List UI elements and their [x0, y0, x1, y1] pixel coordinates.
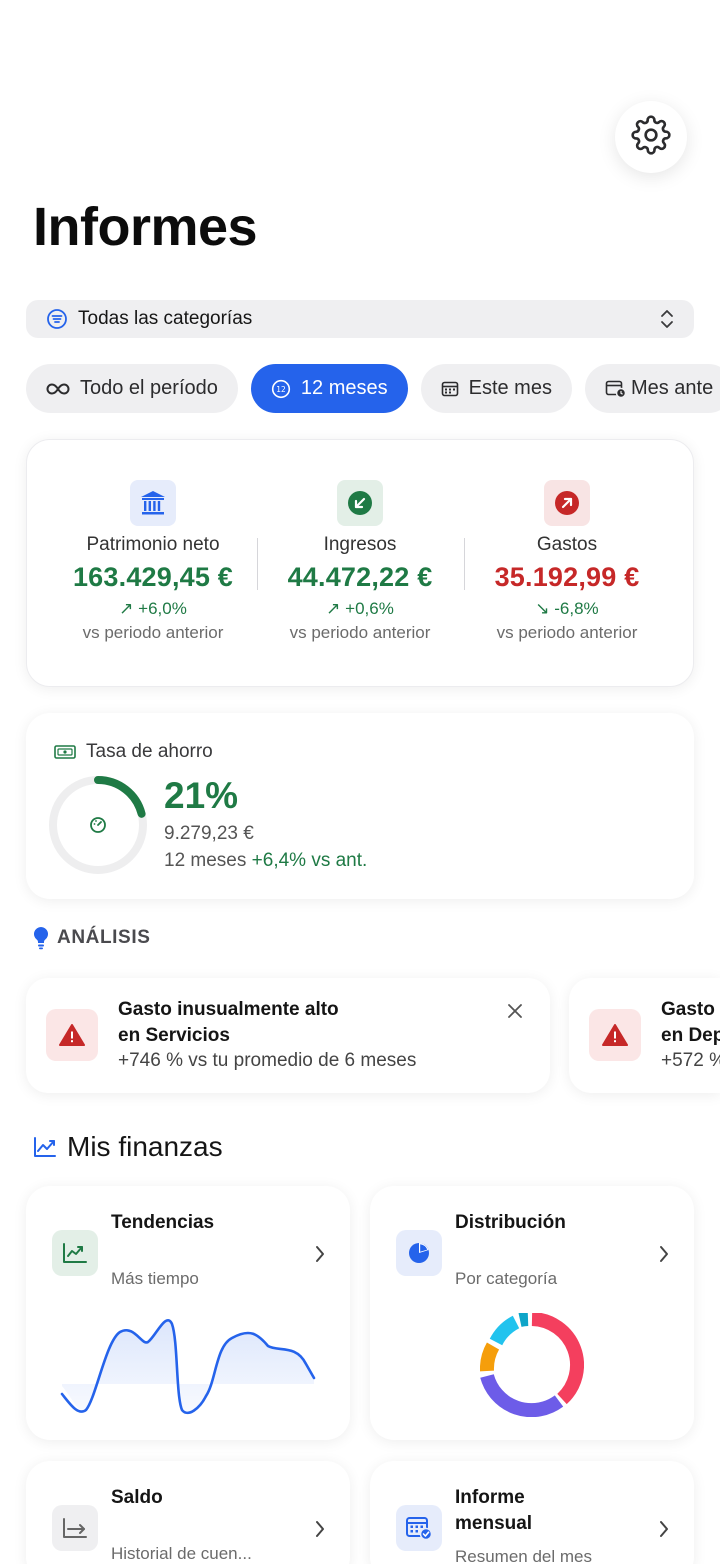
metric-change: ↗ +0,6% — [326, 599, 394, 618]
trends-tile[interactable]: Tendencias Más tiempo — [26, 1186, 350, 1440]
summary-card: Patrimonio neto 163.429,45 € ↗ +6,0% vs … — [26, 439, 694, 687]
metric-value: 35.192,99 € — [494, 562, 640, 592]
tile-subtitle: Historial de cuen... — [111, 1544, 252, 1563]
insight-title-line: en Dep — [661, 1025, 720, 1046]
bank-icon — [130, 480, 176, 526]
period-chip-label: Este mes — [468, 377, 552, 399]
period-chip-label: 12 meses — [300, 377, 388, 399]
period-chip-12-months[interactable]: 12 12 meses — [250, 364, 408, 413]
warning-icon — [589, 1009, 641, 1061]
savings-period-label: 12 meses — [164, 850, 247, 871]
pie-chart-icon — [396, 1230, 442, 1276]
banknote-icon — [54, 744, 76, 760]
metric-change: ↗ +6,0% — [119, 599, 187, 618]
insight-title-line: en Servicios — [118, 1025, 230, 1046]
tile-title: Informe mensual — [455, 1485, 532, 1537]
insight-detail: +572 % — [661, 1050, 720, 1071]
insight-title-line: Gasto inusualmente alto — [118, 999, 339, 1020]
metric-expenses[interactable]: Gastos 35.192,99 € ↘ -6,8% vs periodo an… — [457, 480, 677, 643]
chevron-right-icon — [658, 1519, 670, 1539]
savings-rate-value: 21% — [164, 775, 239, 816]
savings-amount: 9.279,23 € — [164, 823, 254, 844]
metric-label: Ingresos — [323, 534, 397, 555]
insight-title: Gasto inusualmente alto en Servicios — [118, 997, 478, 1049]
savings-rate-title: Tasa de ahorro — [86, 741, 213, 762]
tile-subtitle: Por categoría — [455, 1269, 558, 1288]
trend-sparkline — [56, 1306, 318, 1423]
insight-title-line: Gasto — [661, 999, 715, 1020]
filter-lines-icon — [46, 308, 68, 330]
trend-chart-icon — [33, 1136, 57, 1158]
metric-income[interactable]: Ingresos 44.472,22 € ↗ +0,6% vs periodo … — [250, 480, 470, 643]
gauge-icon — [90, 817, 106, 833]
period-chips: Todo el período 12 12 meses Este mes Mes… — [26, 364, 720, 413]
savings-rate-card[interactable]: Tasa de ahorro 21% 9.279,23 € 12 meses +… — [26, 713, 694, 899]
metric-value: 44.472,22 € — [287, 562, 433, 592]
calendar-12-icon: 12 — [271, 379, 291, 399]
category-select[interactable]: Todas las categorías — [26, 300, 694, 338]
arrow-up-right-icon — [544, 480, 590, 526]
warning-icon — [46, 1009, 98, 1061]
insight-title: Gasto en Dep — [661, 997, 720, 1049]
tile-title-line: Informe — [455, 1487, 525, 1508]
metric-comparison: vs periodo anterior — [82, 623, 224, 642]
savings-period: 12 meses +6,4% vs ant. — [164, 850, 367, 872]
finances-title: Mis finanzas — [67, 1131, 223, 1162]
close-icon[interactable] — [506, 1002, 524, 1020]
category-select-value: Todas las categorías — [78, 308, 253, 329]
savings-gauge — [46, 773, 150, 882]
metric-comparison: vs periodo anterior — [496, 623, 638, 642]
tile-title: Distribución — [455, 1212, 566, 1233]
calendar-check-icon — [396, 1505, 442, 1551]
savings-rate-header: Tasa de ahorro — [54, 741, 213, 763]
tile-title: Tendencias — [111, 1212, 215, 1233]
chevron-right-icon — [314, 1519, 326, 1539]
tile-subtitle: Resumen del mes — [455, 1547, 593, 1564]
metric-comparison: vs periodo anterior — [289, 623, 431, 642]
chevron-right-icon — [658, 1244, 670, 1264]
insight-card[interactable]: Gasto en Dep +572 % — [569, 978, 720, 1093]
monthly-report-tile[interactable]: Informe mensual Resumen del mes — [370, 1461, 694, 1564]
line-chart-icon — [52, 1230, 98, 1276]
analysis-title: ANÁLISIS — [57, 927, 151, 948]
period-chip-previous-month[interactable]: Mes ante — [584, 364, 720, 413]
category-donut — [479, 1312, 585, 1422]
metric-label: Gastos — [536, 534, 598, 555]
insight-card[interactable]: Gasto inusualmente alto en Servicios +746… — [26, 978, 550, 1093]
finances-section-header: Mis finanzas — [33, 1131, 223, 1163]
period-chip-this-month[interactable]: Este mes — [420, 364, 572, 413]
infinity-icon — [46, 382, 70, 396]
period-chip-all[interactable]: Todo el período — [26, 364, 238, 413]
calendar-icon — [441, 380, 459, 398]
insight-detail: +746 % vs tu promedio de 6 meses — [118, 1050, 417, 1071]
lightbulb-icon — [33, 926, 49, 950]
tile-title-line: mensual — [455, 1513, 533, 1534]
balance-tile[interactable]: Saldo Historial de cuen... — [26, 1461, 350, 1564]
savings-change: +6,4% vs ant. — [251, 850, 368, 871]
chevron-right-icon — [314, 1244, 326, 1264]
tile-title: Saldo — [111, 1487, 163, 1508]
svg-text:12: 12 — [276, 385, 286, 394]
metric-label: Patrimonio neto — [86, 534, 220, 555]
calendar-clock-icon — [605, 379, 627, 399]
gear-icon — [631, 114, 671, 160]
metric-change: ↘ -6,8% — [535, 599, 599, 618]
settings-button[interactable] — [615, 101, 687, 173]
page-title: Informes — [33, 197, 258, 257]
tile-subtitle: Más tiempo — [111, 1269, 199, 1288]
metric-net-worth[interactable]: Patrimonio neto 163.429,45 € ↗ +6,0% vs … — [43, 480, 263, 643]
analysis-section-header: ANÁLISIS — [33, 926, 150, 950]
metric-value: 163.429,45 € — [72, 562, 234, 592]
arrow-down-left-icon — [337, 480, 383, 526]
balance-axis-icon — [52, 1505, 98, 1551]
chevron-up-down-icon — [660, 308, 674, 335]
period-chip-label: Mes ante — [630, 377, 714, 399]
distribution-tile[interactable]: Distribución Por categoría — [370, 1186, 694, 1440]
period-chip-label: Todo el período — [80, 377, 218, 399]
